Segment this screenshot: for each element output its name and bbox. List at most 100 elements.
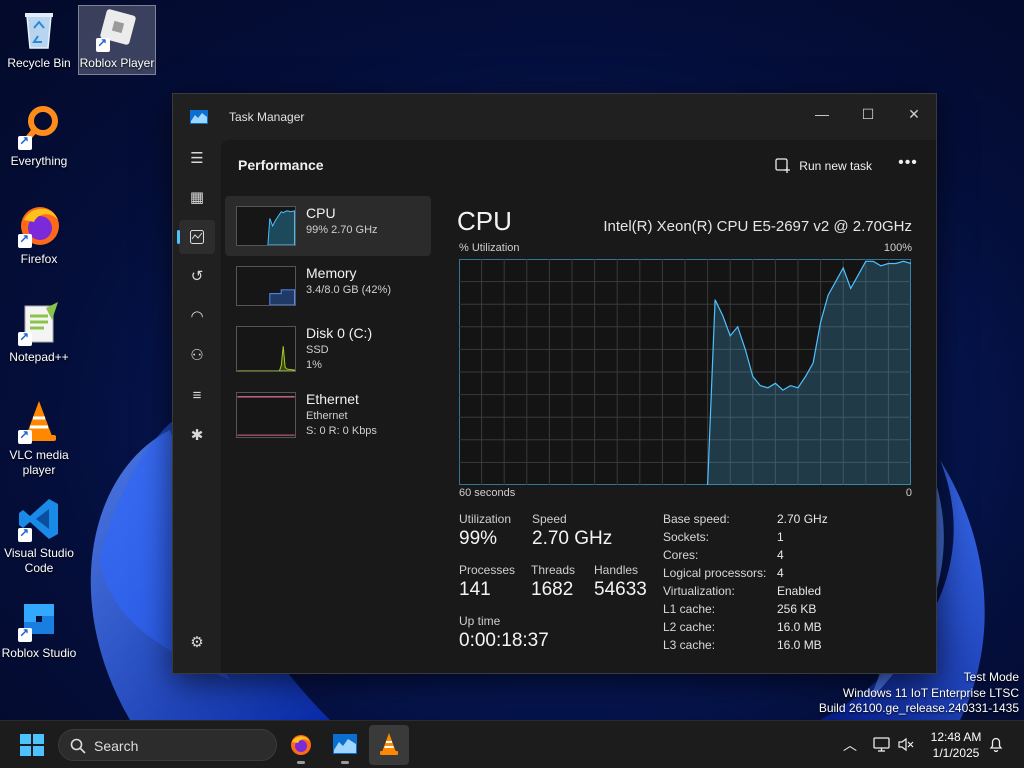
utilization-label: Utilization	[459, 512, 512, 526]
search-icon	[70, 738, 86, 754]
spec-value: 16.0 MB	[777, 620, 822, 634]
desktop-icon-label: Recycle Bin	[7, 56, 71, 70]
desktop-icon-label: Firefox	[20, 252, 58, 266]
resource-name: Memory	[306, 265, 357, 281]
cpu-detail-panel: CPU Intel(R) Xeon(R) CPU E5-2697 v2 @ 2.…	[457, 196, 912, 673]
task-manager-icon	[333, 734, 357, 754]
x-axis-right-label: 0	[905, 487, 912, 499]
shortcut-arrow-icon	[18, 428, 32, 444]
spec-key: L1 cache:	[663, 602, 716, 616]
taskbar-task-manager[interactable]	[325, 725, 365, 765]
details-nav-icon[interactable]: ≡	[179, 379, 215, 413]
desktop-icon-notepadpp[interactable]: Notepad++	[0, 300, 78, 370]
resource-detail: SSD	[306, 344, 329, 356]
taskbar-firefox[interactable]	[281, 725, 321, 765]
desktop-icon-vlc[interactable]: VLC media player	[0, 398, 78, 482]
volume-muted-icon[interactable]	[898, 737, 914, 752]
edition-watermark: Windows 11 IoT Enterprise LTSC	[842, 686, 1019, 700]
handles-label: Handles	[594, 563, 639, 577]
vlc-cone-icon	[380, 733, 398, 755]
shortcut-arrow-icon	[18, 232, 32, 248]
spec-key: Cores:	[663, 548, 699, 562]
task-manager-logo-icon	[190, 110, 208, 124]
resource-detail: Ethernet	[306, 410, 348, 422]
title-bar[interactable]: Task Manager — ☐ ✕	[173, 94, 936, 140]
taskbar-search-box[interactable]: Search	[58, 729, 277, 761]
roblox-player-icon	[94, 6, 140, 52]
minimize-button[interactable]: —	[799, 100, 845, 128]
desktop-icon-label: Roblox Studio	[1, 646, 77, 660]
notification-bell-icon[interactable]	[989, 736, 1003, 752]
processes-nav-icon[interactable]: ▦	[179, 181, 215, 215]
settings-gear-icon[interactable]: ⚙	[179, 626, 215, 660]
test-mode-watermark: Test Mode	[963, 670, 1019, 684]
spec-value: 4	[777, 566, 784, 580]
desktop-icon-recycle-bin[interactable]: Recycle Bin	[0, 6, 78, 76]
page-title: Performance	[238, 157, 324, 173]
desktop-icon-everything[interactable]: Everything	[0, 104, 78, 174]
nav-rail: ☰ ▦ ↺ ◠ ⚇ ≡ ✱ ⚙	[173, 140, 221, 673]
shortcut-arrow-icon	[18, 526, 32, 542]
desktop-icon-vscode[interactable]: Visual Studio Code	[0, 496, 78, 580]
utilization-value: 99%	[459, 528, 498, 549]
spec-value: 256 KB	[777, 602, 817, 616]
taskbar-vlc[interactable]	[369, 725, 409, 765]
spec-value: 2.70 GHz	[777, 512, 828, 526]
startup-apps-nav-icon[interactable]: ◠	[179, 300, 215, 334]
resource-memory[interactable]: Memory 3.4/8.0 GB (42%)	[225, 256, 431, 316]
spec-value: 4	[777, 548, 784, 562]
disk-thumbnail-graph	[236, 326, 296, 372]
taskbar-clock[interactable]: 12:48 AM 1/1/2025	[920, 729, 992, 761]
shortcut-arrow-icon	[18, 134, 32, 150]
spec-key: L3 cache:	[663, 638, 716, 652]
close-button[interactable]: ✕	[891, 100, 937, 128]
memory-thumbnail-graph	[236, 266, 296, 306]
maximize-button[interactable]: ☐	[845, 100, 891, 128]
shortcut-arrow-icon	[96, 36, 110, 52]
taskbar: Search ︿ 12:48 AM 1/1/2025	[0, 720, 1024, 768]
resource-detail-2: S: 0 R: 0 Kbps	[306, 425, 377, 437]
app-history-nav-icon[interactable]: ↺	[179, 260, 215, 294]
desktop-icon-label: Everything	[10, 154, 68, 168]
shortcut-arrow-icon	[18, 330, 32, 346]
spec-value: Enabled	[777, 584, 822, 598]
running-indicator	[341, 761, 349, 764]
run-new-task-label: Run new task	[799, 159, 872, 173]
spec-key: Logical processors:	[663, 566, 767, 580]
windows-start-icon[interactable]	[20, 734, 44, 756]
services-nav-icon[interactable]: ✱	[179, 419, 215, 453]
clock-date: 1/1/2025	[932, 746, 980, 760]
users-nav-icon[interactable]: ⚇	[179, 339, 215, 373]
main-content: Performance Run new task ••• CPU 99% 2.7…	[221, 140, 936, 673]
performance-nav-icon[interactable]	[177, 220, 215, 254]
uptime-label: Up time	[459, 614, 501, 628]
firefox-icon	[291, 735, 311, 755]
desktop-icon-label: Visual Studio Code	[4, 546, 74, 575]
clock-time: 12:48 AM	[930, 730, 982, 744]
show-hidden-icons-chevron-up-icon[interactable]: ︿	[843, 735, 857, 755]
run-new-task-button[interactable]: Run new task	[775, 154, 872, 178]
network-icon[interactable]	[873, 737, 890, 752]
resource-cpu[interactable]: CPU 99% 2.70 GHz	[225, 196, 431, 256]
desktop-icon-firefox[interactable]: Firefox	[0, 202, 78, 272]
desktop-icon-label: VLC media player	[9, 448, 69, 477]
cpu-model-name: Intel(R) Xeon(R) CPU E5-2697 v2 @ 2.70GH…	[603, 218, 912, 235]
threads-label: Threads	[531, 563, 576, 577]
hamburger-menu-icon[interactable]: ☰	[179, 142, 215, 176]
desktop-icon-roblox-player[interactable]: Roblox Player	[78, 5, 156, 75]
search-placeholder: Search	[94, 738, 139, 754]
firefox-icon	[16, 202, 62, 248]
running-indicator	[297, 761, 305, 764]
roblox-studio-icon	[16, 596, 62, 642]
build-watermark: Build 26100.ge_release.240331-1435	[818, 701, 1019, 715]
recycle-bin-icon	[16, 6, 62, 52]
resource-detail-2: 1%	[306, 359, 322, 371]
more-options-button[interactable]: •••	[894, 152, 922, 180]
handles-value: 54633	[594, 579, 647, 600]
vlc-cone-icon	[16, 398, 62, 444]
resource-disk[interactable]: Disk 0 (C:) SSD 1%	[225, 316, 431, 382]
resource-ethernet[interactable]: Ethernet Ethernet S: 0 R: 0 Kbps	[225, 382, 431, 448]
desktop-icon-roblox-studio[interactable]: Roblox Studio	[0, 596, 78, 666]
notepadpp-icon	[16, 300, 62, 346]
spec-value: 1	[777, 530, 784, 544]
